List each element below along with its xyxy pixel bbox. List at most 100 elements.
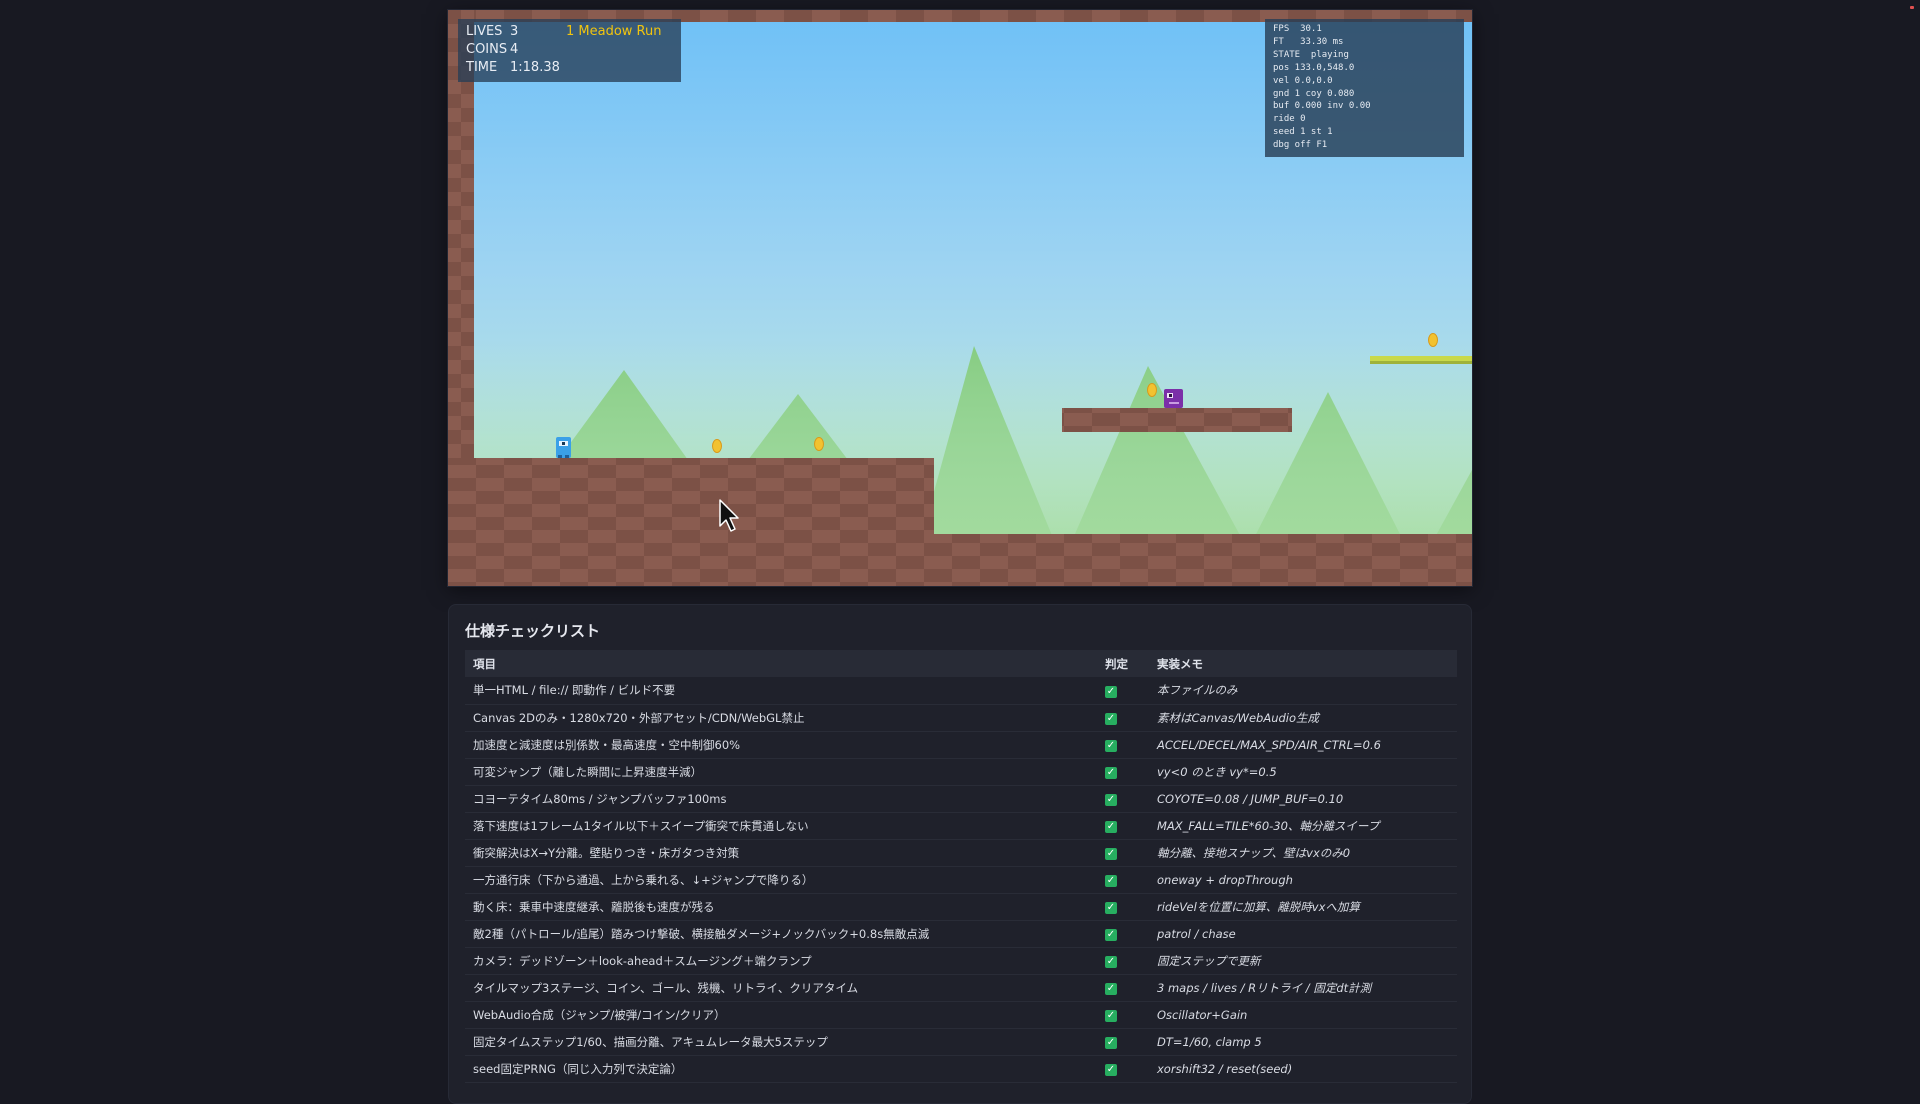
row-memo: ACCEL/DECEL/MAX_SPD/AIR_CTRL=0.6	[1149, 731, 1457, 759]
row-item: 単一HTML / file:// 即動作 / ビルド不要	[465, 677, 1097, 705]
row-judge: ✓	[1097, 704, 1149, 732]
debug-fps: FPS 30.1	[1273, 24, 1322, 34]
check-icon: ✓	[1105, 1037, 1117, 1049]
row-memo: xorshift32 / reset(seed)	[1149, 1055, 1457, 1083]
hud-panel: LIVES 3 COINS 4 TIME 1:18.38 1 Meadow Run	[458, 19, 681, 82]
row-item: 固定タイムステップ1/60、描画分離、アキュムレータ最大5ステップ	[465, 1028, 1097, 1056]
row-judge: ✓	[1097, 812, 1149, 840]
row-judge: ✓	[1097, 920, 1149, 948]
level-name: 1 Meadow Run	[566, 24, 662, 39]
debug-state: STATE playing	[1273, 49, 1349, 60]
check-icon: ✓	[1105, 794, 1117, 806]
table-row: Canvas 2Dのみ・1280x720・外部アセット/CDN/WebGL禁止 ✓…	[465, 704, 1457, 732]
row-memo: COYOTE=0.08 / JUMP_BUF=0.10	[1149, 785, 1457, 813]
row-judge: ✓	[1097, 758, 1149, 786]
row-memo: vy<0 のとき vy*=0.5	[1149, 758, 1457, 786]
coins-value: 4	[510, 42, 519, 57]
check-icon: ✓	[1105, 902, 1117, 914]
table-header-row: 項目 判定 実装メモ	[465, 650, 1457, 677]
row-judge: ✓	[1097, 1055, 1149, 1083]
row-memo: 固定ステップで更新	[1149, 947, 1457, 975]
row-memo: MAX_FALL=TILE*60-30、軸分離スイープ	[1149, 812, 1457, 840]
row-judge: ✓	[1097, 839, 1149, 867]
debug-position: pos 133.0,548.0	[1273, 62, 1355, 73]
row-item: WebAudio合成（ジャンプ/被弾/コイン/クリア）	[465, 1001, 1097, 1029]
coin	[1428, 333, 1438, 347]
table-row: 落下速度は1フレーム1タイル以下＋スイープ衝突で床貫通しない ✓ MAX_FALL=…	[465, 812, 1457, 840]
lives-value: 3	[510, 24, 519, 39]
table-row: 加速度と減速度は別係数・最高速度・空中制御60% ✓ ACCEL/DECEL/MAX…	[465, 731, 1457, 759]
check-icon: ✓	[1105, 956, 1117, 968]
check-icon: ✓	[1105, 713, 1117, 725]
coins-label: COINS	[466, 42, 508, 57]
row-memo: rideVelを位置に加算、離脱時vxへ加算	[1149, 893, 1457, 921]
column-header-item: 項目	[465, 650, 1097, 677]
table-row: 衝突解決はX→Y分離。壁貼りつき・床ガタつき対策 ✓ 軸分離、接地スナップ、壁はvx…	[465, 839, 1457, 867]
row-item: Canvas 2Dのみ・1280x720・外部アセット/CDN/WebGL禁止	[465, 704, 1097, 732]
window-indicator-dot	[1910, 6, 1914, 9]
coin	[712, 439, 722, 453]
row-item: 敵2種（パトロール/追尾）踏みつけ撃破、横接触ダメージ+ノックバック+0.8s無…	[465, 920, 1097, 948]
game-canvas[interactable]: LIVES 3 COINS 4 TIME 1:18.38 1 Meadow Run F…	[448, 10, 1472, 586]
table-row: 固定タイムステップ1/60、描画分離、アキュムレータ最大5ステップ ✓ DT=1/6…	[465, 1028, 1457, 1056]
oneway-platform	[1370, 356, 1472, 364]
check-icon: ✓	[1105, 848, 1117, 860]
checklist-rows: 単一HTML / file:// 即動作 / ビルド不要 ✓ 本ファイルのみ Canv…	[465, 677, 1457, 1083]
row-memo: 3 maps / lives / Rリトライ / 固定dt計測	[1149, 974, 1457, 1002]
row-judge: ✓	[1097, 866, 1149, 894]
row-item: 一方通行床（下から通過、上から乗れる、↓+ジャンプで降りる）	[465, 866, 1097, 894]
row-memo: 本ファイルのみ	[1149, 677, 1457, 705]
check-icon: ✓	[1105, 1010, 1117, 1022]
table-row: WebAudio合成（ジャンプ/被弾/コイン/クリア） ✓ Oscillator+G…	[465, 1001, 1457, 1029]
row-judge: ✓	[1097, 731, 1149, 759]
lives-label: LIVES	[466, 24, 503, 39]
row-judge: ✓	[1097, 785, 1149, 813]
checklist-title: 仕様チェックリスト	[465, 622, 601, 640]
debug-ride: ride 0	[1273, 114, 1306, 125]
check-icon: ✓	[1105, 875, 1117, 887]
table-row: 動く床：乗車中速度継承、離脱後も速度が残る ✓ rideVelを位置に加算、離脱時v…	[465, 893, 1457, 921]
checklist-table: 項目 判定 実装メモ 単一HTML / file:// 即動作 / ビルド不要 ✓…	[465, 650, 1457, 1083]
row-item: 可変ジャンプ（離した瞬間に上昇速度半減）	[465, 758, 1097, 786]
row-memo: 軸分離、接地スナップ、壁はvxのみ0	[1149, 839, 1457, 867]
row-memo: oneway + dropThrough	[1149, 866, 1457, 894]
row-judge: ✓	[1097, 893, 1149, 921]
row-memo: 素材はCanvas/WebAudio生成	[1149, 704, 1457, 732]
row-item: 衝突解決はX→Y分離。壁貼りつき・床ガタつき対策	[465, 839, 1097, 867]
coin	[814, 437, 824, 451]
row-memo: DT=1/60, clamp 5	[1149, 1028, 1457, 1056]
table-row: コヨーテタイム80ms / ジャンプバッファ100ms ✓ COYOTE=0.08 …	[465, 785, 1457, 813]
debug-toggle: dbg off F1	[1273, 140, 1328, 151]
debug-seed: seed 1 st 1	[1273, 127, 1333, 138]
time-label: TIME	[466, 60, 498, 75]
row-judge: ✓	[1097, 1001, 1149, 1029]
row-judge: ✓	[1097, 1028, 1149, 1056]
ground-floor	[448, 534, 1472, 586]
check-icon: ✓	[1105, 1064, 1117, 1076]
row-judge: ✓	[1097, 974, 1149, 1002]
row-item: seed固定PRNG（同じ入力列で決定論）	[465, 1055, 1097, 1083]
row-item: タイルマップ3ステージ、コイン、ゴール、残機、リトライ、クリアタイム	[465, 974, 1097, 1002]
table-row: 一方通行床（下から通過、上から乗れる、↓+ジャンプで降りる） ✓ oneway + …	[465, 866, 1457, 894]
check-icon: ✓	[1105, 740, 1117, 752]
check-icon: ✓	[1105, 821, 1117, 833]
check-icon: ✓	[1105, 685, 1117, 698]
row-judge: ✓	[1097, 947, 1149, 975]
floating-platform	[1062, 408, 1292, 432]
table-row: 敵2種（パトロール/追尾）踏みつけ撃破、横接触ダメージ+ノックバック+0.8s無…	[465, 920, 1457, 948]
table-row: 可変ジャンプ（離した瞬間に上昇速度半減） ✓ vy<0 のとき vy*=0.5	[465, 758, 1457, 786]
check-icon: ✓	[1105, 767, 1117, 779]
player-character	[556, 437, 571, 458]
row-item: コヨーテタイム80ms / ジャンプバッファ100ms	[465, 785, 1097, 813]
row-memo: Oscillator+Gain	[1149, 1001, 1457, 1029]
row-judge: ✓	[1097, 677, 1149, 705]
check-icon: ✓	[1105, 929, 1117, 941]
table-row: タイルマップ3ステージ、コイン、ゴール、残機、リトライ、クリアタイム ✓ 3 map…	[465, 974, 1457, 1002]
row-memo: patrol / chase	[1149, 920, 1457, 948]
time-value: 1:18.38	[510, 60, 560, 75]
row-item: 動く床：乗車中速度継承、離脱後も速度が残る	[465, 893, 1097, 921]
row-item: 落下速度は1フレーム1タイル以下＋スイープ衝突で床貫通しない	[465, 812, 1097, 840]
table-row: seed固定PRNG（同じ入力列で決定論） ✓ xorshift32 / reset…	[465, 1055, 1457, 1083]
column-header-judge: 判定	[1097, 650, 1149, 677]
table-row: カメラ：デッドゾーン＋look-ahead＋スムージング＋端クランプ ✓ 固定ステッ…	[465, 947, 1457, 975]
